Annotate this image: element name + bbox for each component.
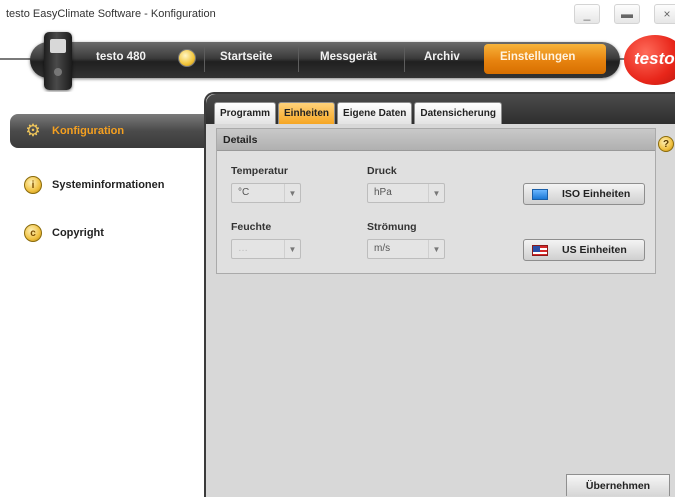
details-header: Details [217,129,655,151]
help-icon[interactable]: ? [658,136,674,152]
us-units-label: US Einheiten [562,244,627,256]
iso-units-button[interactable]: ISO Einheiten [523,183,645,205]
nav-item-messgeraet[interactable]: Messgerät [320,51,377,63]
chevron-down-icon: ▼ [284,240,300,258]
pressure-value: hPa [374,187,392,198]
iso-icon [532,188,548,200]
testo-logo: testo [624,35,675,85]
flow-select[interactable]: m/s ▼ [367,239,445,259]
temperature-label: Temperatur [231,165,288,177]
sidebar-item-label: Systeminformationen [52,179,165,191]
navigation-area: testo 480 Startseite Messgerät Archiv Ei… [0,30,675,92]
gear-icon: ⚙ [25,121,41,140]
sidebar-item-systeminformationen[interactable]: i Systeminformationen [10,168,204,202]
tab-eigene-daten[interactable]: Eigene Daten [337,102,413,124]
window-title: testo EasyClimate Software - Konfigurati… [6,8,216,20]
title-bar: testo EasyClimate Software - Konfigurati… [0,0,675,30]
tab-einheiten[interactable]: Einheiten [278,102,336,124]
chevron-down-icon: ▼ [428,184,444,202]
temperature-select[interactable]: °C ▼ [231,183,301,203]
sidebar-item-konfiguration[interactable]: ⚙ Konfiguration [10,114,206,148]
minimize-button[interactable]: _ [574,4,600,24]
details-panel: Details Temperatur °C ▼ Druck hPa ▼ Feuc… [216,128,656,274]
nav-separator [404,46,405,72]
info-icon: i [24,176,42,194]
sidebar-item-label: Copyright [52,227,104,239]
logo-text: testo [634,49,675,68]
tab-programm[interactable]: Programm [214,102,277,124]
us-flag-icon [532,244,548,256]
temperature-value: °C [238,187,250,198]
connection-status-icon [178,49,196,67]
nav-item-archiv[interactable]: Archiv [424,51,460,63]
nav-item-startseite[interactable]: Startseite [220,51,272,63]
copyright-icon: c [24,224,42,242]
tab-datensicherung[interactable]: Datensicherung [414,102,502,124]
flow-value: m/s [374,243,391,254]
main-panel: Programm Einheiten Eigene Daten Datensic… [204,92,675,497]
nav-separator [298,46,299,72]
chevron-down-icon: ▼ [428,240,444,258]
device-icon[interactable] [44,32,72,90]
device-label[interactable]: testo 480 [96,51,146,63]
tab-bar: Programm Einheiten Eigene Daten Datensic… [214,102,504,124]
pressure-select[interactable]: hPa ▼ [367,183,445,203]
humidity-label: Feuchte [231,221,272,233]
sidebar-item-copyright[interactable]: c Copyright [10,216,204,250]
humidity-value: … [238,243,248,254]
flow-label: Strömung [367,221,417,233]
iso-units-label: ISO Einheiten [562,188,631,200]
sidebar: ⚙ Konfiguration i Systeminformationen c … [0,92,206,497]
nav-item-einstellungen[interactable]: Einstellungen [500,51,575,63]
pressure-label: Druck [367,165,397,177]
nav-separator [204,46,205,72]
us-units-button[interactable]: US Einheiten [523,239,645,261]
apply-button[interactable]: Übernehmen [566,474,670,496]
humidity-select[interactable]: … ▼ [231,239,301,259]
chevron-down-icon: ▼ [284,184,300,202]
maximize-button[interactable]: ▬ [614,4,640,24]
sidebar-item-label: Konfiguration [52,125,125,137]
close-button[interactable]: × [654,4,675,24]
